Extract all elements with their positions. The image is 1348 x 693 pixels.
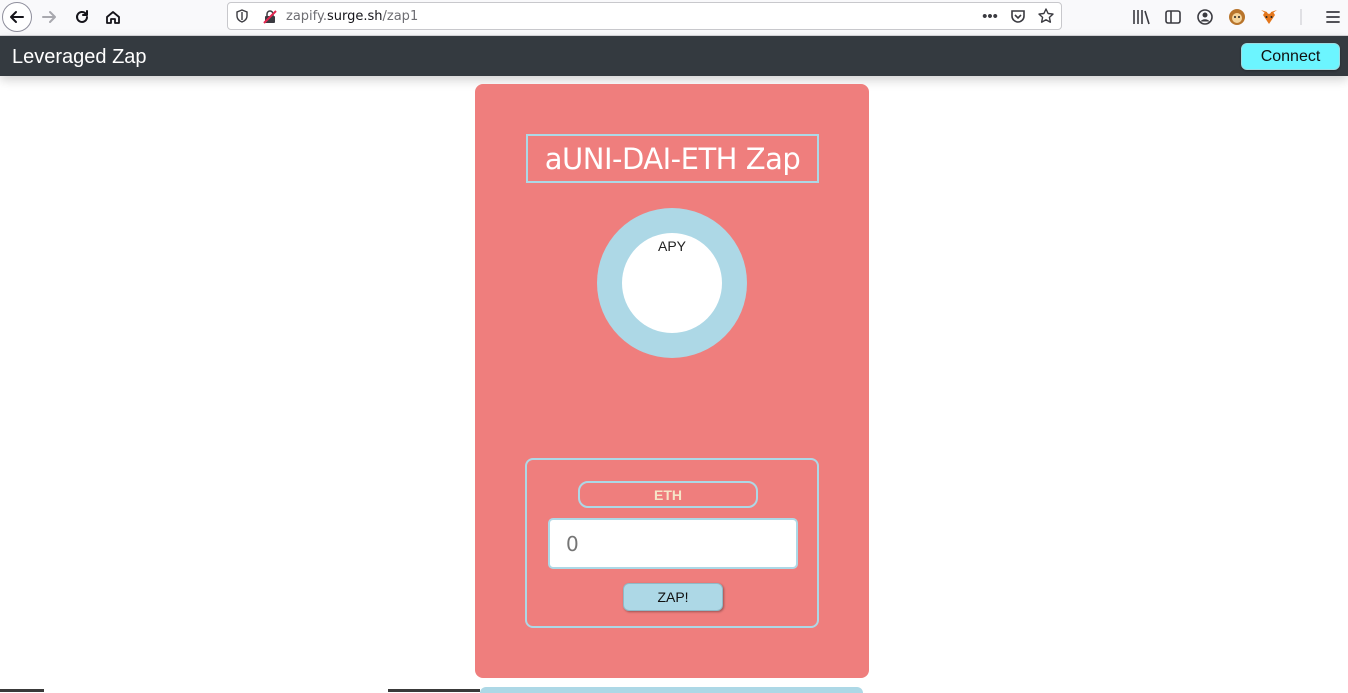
- url-prefix: zapify.: [286, 9, 327, 24]
- toolbar-right: [1130, 6, 1344, 28]
- apy-ring: APY: [597, 208, 747, 358]
- address-bar[interactable]: zapify.surge.sh/zap1 •••: [227, 2, 1062, 30]
- sidebar-icon[interactable]: [1162, 6, 1184, 28]
- url-actions: •••: [981, 7, 1055, 25]
- home-button[interactable]: [98, 2, 128, 32]
- reload-icon: [76, 10, 88, 23]
- page-actions-icon[interactable]: •••: [981, 7, 999, 25]
- insecure-lock-icon[interactable]: [262, 9, 278, 25]
- home-icon: [106, 11, 120, 24]
- forward-button[interactable]: [34, 2, 64, 32]
- zap-button[interactable]: ZAP!: [623, 583, 723, 611]
- account-icon[interactable]: [1194, 6, 1216, 28]
- url-text[interactable]: zapify.surge.sh/zap1: [286, 9, 418, 24]
- amount-input[interactable]: [548, 518, 798, 569]
- zap-form: ETH ZAP!: [525, 458, 819, 628]
- zap-title: aUNI-DAI-ETH Zap: [526, 134, 819, 183]
- library-icon[interactable]: [1130, 6, 1152, 28]
- bookmark-star-icon[interactable]: [1037, 7, 1055, 25]
- arrow-left-icon: [10, 11, 24, 23]
- reload-button[interactable]: [67, 2, 97, 32]
- app-navbar: Leveraged Zap Connect: [0, 36, 1348, 76]
- metamask-fox-icon[interactable]: [1258, 6, 1280, 28]
- apy-label: APY: [657, 238, 686, 254]
- pocket-icon[interactable]: [1009, 7, 1027, 25]
- arrow-right-icon: [42, 11, 56, 23]
- url-path: /zap1: [382, 9, 419, 24]
- connect-button[interactable]: Connect: [1241, 43, 1340, 70]
- monkey-extension-icon[interactable]: [1226, 6, 1248, 28]
- browser-toolbar: zapify.surge.sh/zap1 •••: [0, 0, 1348, 36]
- menu-icon[interactable]: [1322, 6, 1344, 28]
- app-title[interactable]: Leveraged Zap: [12, 46, 147, 69]
- token-selector[interactable]: ETH: [578, 481, 758, 508]
- zap-card: aUNI-DAI-ETH Zap APY ETH ZAP!: [475, 84, 869, 678]
- separator-icon: [1290, 6, 1312, 28]
- shield-icon[interactable]: [235, 9, 249, 23]
- back-button[interactable]: [2, 2, 32, 32]
- url-host: surge.sh: [326, 9, 383, 24]
